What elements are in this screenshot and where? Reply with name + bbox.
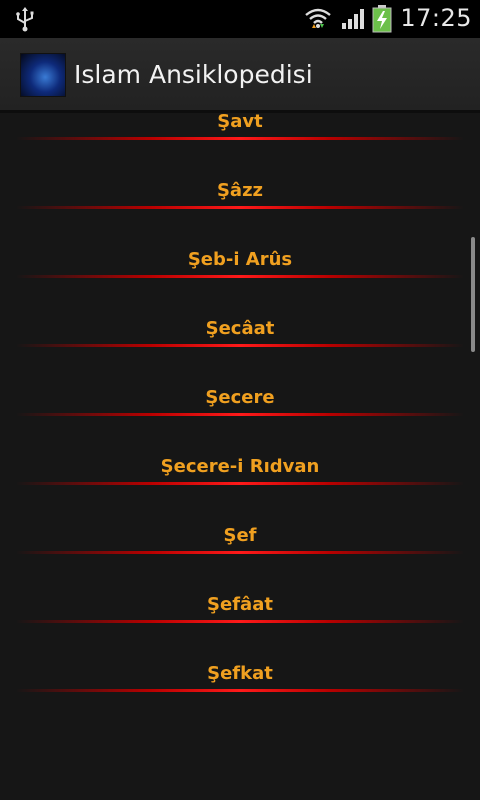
status-bar: 17:25 xyxy=(0,0,480,38)
list-item-label: Şefkat xyxy=(207,663,273,684)
list-item[interactable]: Şâzz xyxy=(0,140,480,209)
list-item-label: Şefâat xyxy=(207,594,273,615)
list-item[interactable]: Şehâdet xyxy=(0,692,480,723)
action-bar: Islam Ansiklopedisi xyxy=(0,38,480,113)
scrollbar[interactable] xyxy=(471,237,475,352)
list-item-label: Şeb-i Arûs xyxy=(187,249,293,270)
list-item[interactable]: Şef xyxy=(0,485,480,554)
app-icon[interactable] xyxy=(20,53,66,97)
bottom-area xyxy=(0,723,480,800)
app-title: Islam Ansiklopedisi xyxy=(74,60,313,89)
battery-charging-icon xyxy=(372,5,392,33)
usb-icon xyxy=(16,7,34,32)
wifi-icon xyxy=(305,8,331,28)
list-item[interactable]: Şefkat xyxy=(0,623,480,692)
list-item[interactable]: Şecere xyxy=(0,347,480,416)
list-item-label: Şavt xyxy=(217,113,263,132)
signal-icon xyxy=(342,9,364,29)
list-item-label: Şâzz xyxy=(216,180,264,201)
list-item[interactable]: Şavt xyxy=(0,113,480,140)
list-item-label: Şecâat xyxy=(205,318,275,339)
list-item-label: Şecere-i Rıdvan xyxy=(160,456,320,477)
list-item[interactable]: Şefâat xyxy=(0,554,480,623)
list-item-label: Şef xyxy=(223,525,257,546)
list-item[interactable]: Şeb-i Arûs xyxy=(0,209,480,278)
status-clock: 17:25 xyxy=(400,4,472,32)
list-item[interactable]: Şecere-i Rıdvan xyxy=(0,416,480,485)
entry-list[interactable]: Şavt Şâzz Şeb-i Arûs Şecâat Şecere Şecere-i R… xyxy=(0,113,480,723)
list-item[interactable]: Şecâat xyxy=(0,278,480,347)
list-item-label: Şecere xyxy=(205,387,275,408)
